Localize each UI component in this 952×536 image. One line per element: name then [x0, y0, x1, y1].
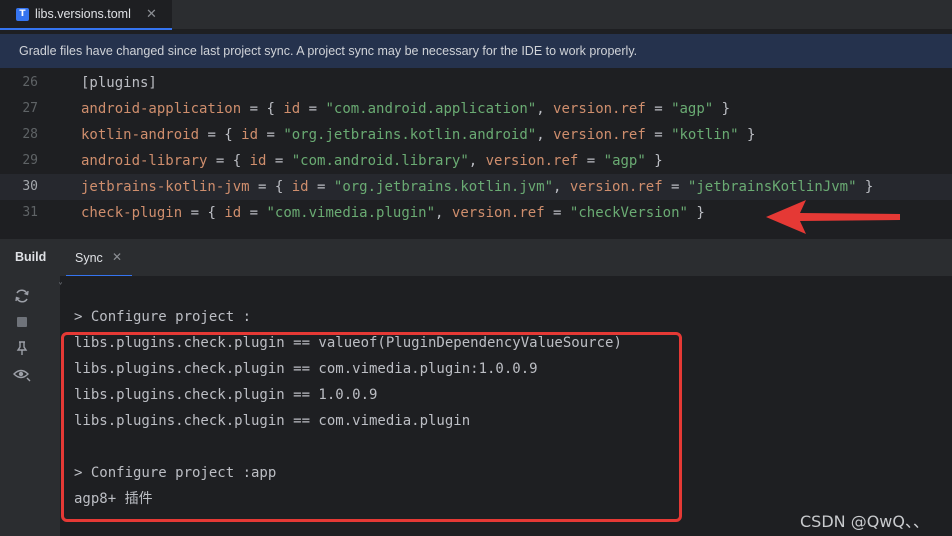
- close-icon[interactable]: ✕: [112, 250, 122, 264]
- red-arrow-annotation: [766, 200, 900, 234]
- code-token: "org.jetbrains.kotlin.jvm": [333, 179, 554, 195]
- code-token: [plugins]: [81, 75, 157, 91]
- stop-icon[interactable]: [12, 312, 32, 332]
- code-token: =: [258, 127, 284, 143]
- code-token: version.ref: [553, 101, 646, 117]
- code-token: = {: [182, 205, 225, 221]
- code-token: "agp": [603, 153, 646, 169]
- code-line[interactable]: 29 android-library = { id = "com.android.…: [0, 148, 952, 174]
- sync-tab-label: Sync: [75, 251, 103, 265]
- code-token: version.ref: [569, 179, 663, 195]
- pin-icon[interactable]: [12, 338, 32, 358]
- code-token: android-library: [81, 153, 208, 169]
- console-line: > Configure project :: [74, 309, 252, 325]
- line-number: 31: [22, 205, 38, 220]
- code-token: id: [283, 101, 301, 117]
- code-token: "org.jetbrains.kotlin.android": [283, 127, 537, 143]
- code-token: "com.vimedia.plugin": [266, 205, 436, 221]
- code-token: =: [308, 179, 334, 195]
- code-token: = {: [207, 153, 250, 169]
- code-token: version.ref: [553, 127, 646, 143]
- code-token: kotlin-android: [81, 127, 200, 143]
- code-token: "kotlin": [671, 127, 739, 143]
- code-token: }: [856, 179, 874, 195]
- code-token: id: [241, 127, 259, 143]
- tab-libs-versions-toml[interactable]: T libs.versions.toml ✕: [0, 0, 172, 30]
- code-text: [plugins]: [81, 70, 157, 96]
- code-token: }: [738, 127, 756, 143]
- code-token: android-application: [81, 101, 242, 117]
- code-token: "agp": [671, 101, 714, 117]
- code-token: =: [300, 101, 326, 117]
- code-token: "jetbrainsKotlinJvm": [687, 179, 857, 195]
- code-token: ,: [553, 179, 570, 195]
- code-token: =: [266, 153, 292, 169]
- code-token: ,: [536, 127, 554, 143]
- line-number: 26: [22, 75, 38, 90]
- code-token: "checkVersion": [569, 205, 688, 221]
- line-number: 30: [22, 179, 38, 194]
- code-text: android-library = { id = "com.android.li…: [81, 148, 663, 174]
- build-toolbar: [0, 276, 60, 536]
- build-panel-title: Build: [15, 250, 47, 264]
- code-token: =: [662, 179, 688, 195]
- code-token: ,: [435, 205, 452, 221]
- code-token: }: [687, 205, 705, 221]
- code-token: =: [241, 205, 267, 221]
- code-token: }: [645, 153, 663, 169]
- code-token: = {: [249, 179, 292, 195]
- code-token: check-plugin: [81, 205, 183, 221]
- tab-sync[interactable]: Sync ✕: [66, 239, 132, 277]
- code-token: version.ref: [451, 205, 545, 221]
- code-line[interactable]: 26 [plugins]: [0, 70, 952, 96]
- csdn-watermark: CSDN @QwQ、、: [800, 512, 929, 531]
- chevron-down-icon[interactable]: ˅: [58, 282, 63, 293]
- red-highlight-box: [61, 332, 682, 522]
- code-token: ,: [536, 101, 554, 117]
- code-token: =: [645, 101, 672, 117]
- code-token: id: [249, 153, 267, 169]
- code-token: jetbrains-kotlin-jvm: [81, 179, 250, 195]
- eye-icon[interactable]: [12, 364, 32, 384]
- code-text: jetbrains-kotlin-jvm = { id = "org.jetbr…: [81, 174, 873, 200]
- line-number: 28: [22, 127, 38, 142]
- code-token: }: [713, 101, 731, 117]
- code-line[interactable]: 30 jetbrains-kotlin-jvm = { id = "org.jet…: [0, 174, 952, 200]
- code-text: android-application = { id = "com.androi…: [81, 96, 730, 122]
- sync-icon[interactable]: [12, 286, 32, 306]
- build-panel-header: Build Sync ✕: [0, 238, 952, 277]
- tab-label: libs.versions.toml: [35, 7, 131, 21]
- code-token: =: [645, 127, 672, 143]
- code-token: =: [544, 205, 570, 221]
- code-token: = {: [199, 127, 242, 143]
- code-token: "com.android.application": [325, 101, 537, 117]
- editor-tab-bar: T libs.versions.toml ✕: [0, 0, 952, 30]
- code-token: ,: [468, 153, 486, 169]
- line-number: 29: [22, 153, 38, 168]
- gradle-sync-banner: Gradle files have changed since last pro…: [0, 34, 952, 68]
- banner-text: Gradle files have changed since last pro…: [19, 44, 638, 58]
- code-token: = {: [241, 101, 284, 117]
- code-text: check-plugin = { id = "com.vimedia.plugi…: [81, 200, 705, 226]
- line-number: 27: [22, 101, 38, 116]
- code-line[interactable]: 28 kotlin-android = { id = "org.jetbrains…: [0, 122, 952, 148]
- toml-file-icon: T: [16, 7, 29, 21]
- code-token: "com.android.library": [291, 153, 469, 169]
- code-text: kotlin-android = { id = "org.jetbrains.k…: [81, 122, 755, 148]
- code-line[interactable]: 27 android-application = { id = "com.andr…: [0, 96, 952, 122]
- code-token: id: [224, 205, 242, 221]
- code-token: id: [291, 179, 309, 195]
- code-token: =: [578, 153, 604, 169]
- code-token: version.ref: [485, 153, 579, 169]
- close-icon[interactable]: ✕: [146, 7, 157, 22]
